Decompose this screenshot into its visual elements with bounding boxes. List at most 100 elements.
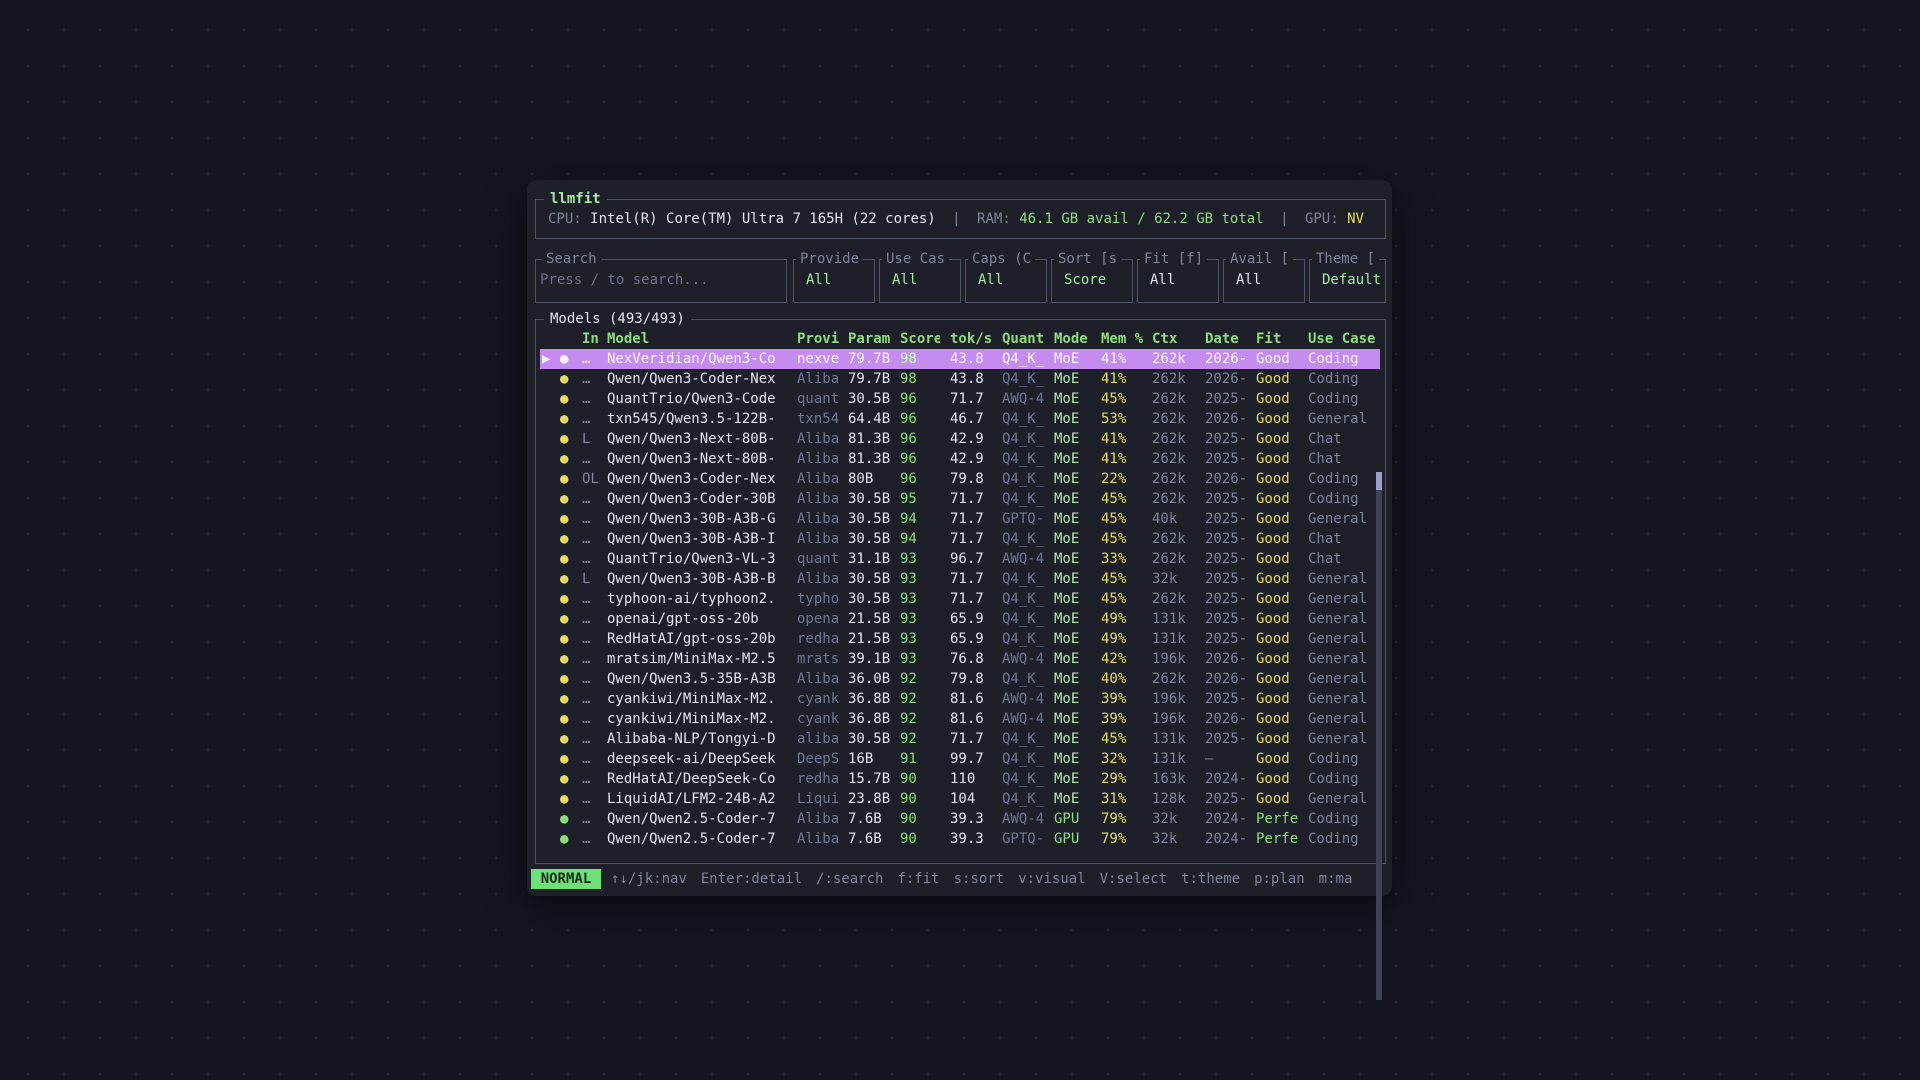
cell-use: General [1308, 731, 1368, 747]
cell-prov: Aliba [797, 811, 840, 827]
table-row[interactable]: ● … cyankiwi/MiniMax-M2. cyank 36.8B 92 81.6 AW… [540, 689, 1380, 709]
cell-date: 2026- [1205, 651, 1248, 667]
cell-tok: 71.7 [950, 491, 984, 507]
filter-avail-value[interactable]: All [1236, 270, 1261, 290]
cell-mode: MoE [1054, 631, 1080, 647]
scrollbar[interactable] [1376, 472, 1382, 1000]
table-row[interactable]: ● … RedHatAI/DeepSeek-Co redha 15.7B 90 110 Q4_… [540, 769, 1380, 789]
table-row[interactable]: ● … Qwen/Qwen3-Next-80B- Aliba 81.3B 96 42.9 Q4… [540, 449, 1380, 469]
cell-quant: Q4_K_ [1002, 411, 1045, 427]
table-row[interactable]: ● … cyankiwi/MiniMax-M2. cyank 36.8B 92 81.6 AW… [540, 709, 1380, 729]
cell-date: 2025- [1205, 551, 1248, 567]
filter-fit[interactable]: Fit [f] All [1137, 249, 1219, 303]
table-row[interactable]: ● … typhoon-ai/typhoon2. typho 30.5B 93 71.7 Q4… [540, 589, 1380, 609]
filter-caps-value[interactable]: All [978, 270, 1003, 290]
cell-model: Qwen/Qwen3-Coder-Nex [607, 371, 776, 387]
col-installed[interactable]: In [582, 329, 604, 349]
cell-model: Qwen/Qwen3-30B-A3B-G [607, 511, 776, 527]
table-row[interactable]: ● OL Qwen/Qwen3-Coder-Nex Aliba 80B 96 79.8 Q4_… [540, 469, 1380, 489]
col-mode[interactable]: Mode [1054, 329, 1098, 349]
cell-quant: AWQ-4 [1002, 391, 1045, 407]
col-model[interactable]: Model [607, 329, 783, 349]
col-use-case[interactable]: Use Case [1308, 329, 1380, 349]
col-fit[interactable]: Fit [1256, 329, 1304, 349]
cell-quant: Q4_K_ [1002, 771, 1045, 787]
filter-fit-value[interactable]: All [1150, 270, 1175, 290]
cell-mode: MoE [1054, 491, 1080, 507]
col-params[interactable]: Param [848, 329, 894, 349]
cell-quant: AWQ-4 [1002, 651, 1045, 667]
col-date[interactable]: Date [1205, 329, 1253, 349]
filter-provider[interactable]: Provide All [793, 249, 875, 303]
filter-sort[interactable]: Sort [s Score [1051, 249, 1133, 303]
cell-score: 96 [900, 451, 917, 467]
filter-avail[interactable]: Avail [ All [1223, 249, 1305, 303]
table-row[interactable]: ● … Alibaba-NLP/Tongyi-D aliba 30.5B 92 71.7 Q4… [540, 729, 1380, 749]
table-row[interactable]: ● … openai/gpt-oss-20b opena 21.5B 93 65.9 Q4_K… [540, 609, 1380, 629]
col-ctx[interactable]: Ctx [1152, 329, 1196, 349]
cell-score: 93 [900, 611, 917, 627]
filter-provider-value[interactable]: All [806, 270, 831, 290]
table-row[interactable]: ● … Qwen/Qwen2.5-Coder-7 Aliba 7.6B 90 39.3 AWQ… [540, 809, 1380, 829]
cell-fit: Good [1256, 511, 1290, 527]
cell-prov: Aliba [797, 451, 840, 467]
table-row[interactable]: ● … Qwen/Qwen3-Coder-30B Aliba 30.5B 95 71.7 Q4… [540, 489, 1380, 509]
filter-theme[interactable]: Theme [ Default [1309, 249, 1386, 303]
col-mem[interactable]: Mem % [1101, 329, 1147, 349]
table-row[interactable]: ● L Qwen/Qwen3-30B-A3B-B Aliba 30.5B 93 71.7 Q4… [540, 569, 1380, 589]
hint-item: m:ma [1318, 871, 1353, 887]
cell-mode: MoE [1054, 451, 1080, 467]
cell-mode: MoE [1054, 791, 1080, 807]
table-row[interactable]: ● … QuantTrio/Qwen3-Code quant 30.5B 96 71.7 AW… [540, 389, 1380, 409]
table-row[interactable]: ● … txn545/Qwen3.5-122B-txn54 64.4B 96 46.7 Q4… [540, 409, 1380, 429]
table-row[interactable]: ● … mratsim/MiniMax-M2.5 mrats 39.1B 93 76.8 AW… [540, 649, 1380, 669]
cell-fit: Good [1256, 671, 1290, 687]
cell-prov: Aliba [797, 671, 840, 687]
filter-use-case-value[interactable]: All [892, 270, 917, 290]
scrollbar-thumb[interactable] [1376, 472, 1382, 490]
cell-fit: Perfe [1256, 831, 1299, 847]
col-score[interactable]: Score [900, 329, 940, 349]
filter-sort-value[interactable]: Score [1064, 270, 1106, 290]
cell-inst: … [582, 791, 591, 807]
table-row[interactable]: ● … Qwen/Qwen3-30B-A3B-I Aliba 30.5B 94 71.7 Q4… [540, 529, 1380, 549]
cell-inst: … [582, 491, 591, 507]
cell-param: 30.5B [848, 511, 891, 527]
table-row[interactable]: ● … QuantTrio/Qwen3-VL-3 quant 31.1B 93 96.7 AW… [540, 549, 1380, 569]
table-row[interactable]: ● … Qwen/Qwen3-Coder-Nex Aliba 79.7B 98 43.8 Q4… [540, 369, 1380, 389]
table-row[interactable]: ● … deepseek-ai/DeepSeek DeepS 16B 91 99.7 Q4_K… [540, 749, 1380, 769]
cell-date: 2025- [1205, 531, 1248, 547]
cell-dot: ● [560, 531, 569, 547]
filter-use-case[interactable]: Use Cas All [879, 249, 961, 303]
cell-prov: cyank [797, 691, 840, 707]
filter-caps[interactable]: Caps (C All [965, 249, 1047, 303]
table-row[interactable]: ● … Qwen/Qwen3.5-35B-A3B Aliba 36.0B 92 79.8 Q4… [540, 669, 1380, 689]
cell-model: openai/gpt-oss-20b [607, 611, 759, 627]
cell-mode: MoE [1054, 411, 1080, 427]
cell-tok: 65.9 [950, 611, 984, 627]
cell-use: Coding [1308, 471, 1359, 487]
cell-ctx: 40k [1152, 511, 1178, 527]
filter-theme-value[interactable]: Default [1322, 270, 1381, 290]
search-box[interactable]: Search Press / to search... [535, 249, 787, 303]
cell-tok: 99.7 [950, 751, 984, 767]
table-row[interactable]: ● … LiquidAI/LFM2-24B-A2 Liqui 23.8B 90 104 Q4_… [540, 789, 1380, 809]
cell-date: 2025- [1205, 791, 1248, 807]
table-row[interactable]: ● … Qwen/Qwen3-30B-A3B-G Aliba 30.5B 94 71.7 GP… [540, 509, 1380, 529]
table-row[interactable]: ● L Qwen/Qwen3-Next-80B- Aliba 81.3B 96 42.9 Q4… [540, 429, 1380, 449]
cell-mem: 41% [1101, 351, 1127, 367]
cell-dot: ● [560, 491, 569, 507]
cell-inst: … [582, 671, 591, 687]
cell-quant: Q4_K_ [1002, 351, 1045, 367]
cell-inst: … [582, 711, 591, 727]
table-row[interactable]: ● … Qwen/Qwen2.5-Coder-7 Aliba 7.6B 90 39.3 GPT… [540, 829, 1380, 849]
table-row[interactable]: ● … RedHatAI/gpt-oss-20b redha 21.5B 93 65.9 Q4… [540, 629, 1380, 649]
col-tokens-per-sec[interactable]: tok/s [950, 329, 996, 349]
search-input[interactable]: Press / to search... [540, 270, 709, 290]
col-quant[interactable]: Quant [1002, 329, 1048, 349]
cell-date: 2025- [1205, 631, 1248, 647]
col-provider[interactable]: Provi [797, 329, 841, 349]
cell-inst: … [582, 771, 591, 787]
table-row[interactable]: ▶ ● … NexVeridian/Qwen3-Co nexve 79.7B 98 43.8 Q… [540, 349, 1380, 369]
cell-use: Coding [1308, 351, 1359, 367]
